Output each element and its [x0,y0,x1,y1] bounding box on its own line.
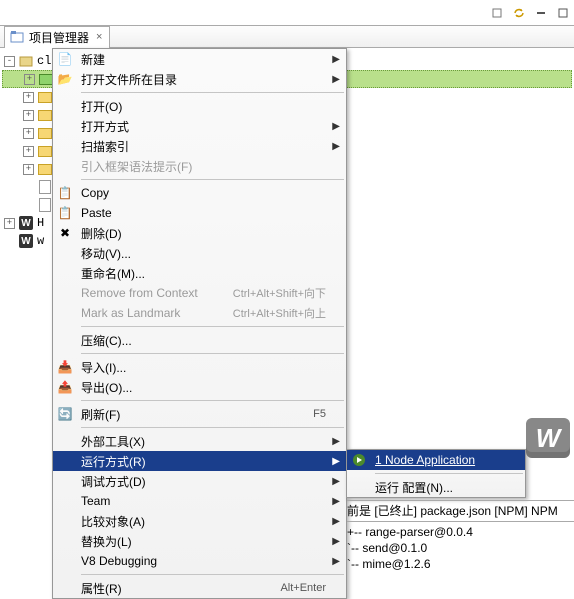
tree-label: H [37,216,44,230]
menu-item-copy[interactable]: 📋Copy [53,183,346,203]
pane-title-bar: 项目管理器 × [0,26,574,48]
menu-item-open-with[interactable]: 打开方式▶ [53,116,346,136]
submenu-arrow-icon: ▶ [332,556,340,567]
expand-icon[interactable]: + [23,92,34,103]
menu-item-properties[interactable]: 属性(R)Alt+Enter [53,578,346,598]
menu-item-run-as[interactable]: 运行方式(R)▶ [53,451,346,471]
expand-icon[interactable]: + [23,146,34,157]
submenu-arrow-icon: ▶ [332,536,340,547]
folder-icon [37,89,53,105]
expand-icon[interactable]: + [23,128,34,139]
tab-close-icon[interactable]: × [93,31,105,43]
menu-separator [81,326,344,327]
console-line: `-- mime@1.2.6 [347,556,574,572]
expand-icon[interactable]: + [4,218,15,229]
menu-item-export[interactable]: 📤导出(O)... [53,377,346,397]
paste-icon: 📋 [57,205,73,221]
submenu-arrow-icon: ▶ [332,476,340,487]
menu-item-mark-landmark: Mark as LandmarkCtrl+Alt+Shift+向上 [53,303,346,323]
folder-icon [37,125,53,141]
menu-item-debug-as[interactable]: 调试方式(D)▶ [53,471,346,491]
console-output: 前是 [已终止] package.json [NPM] NPM +-- rang… [347,500,574,572]
webstorm-icon: W [18,215,34,231]
console-line: +-- range-parser@0.0.4 [347,524,574,540]
menu-separator [81,353,344,354]
submenu-node-app-label: 1 Node Application [375,453,475,467]
copy-icon: 📋 [57,185,73,201]
new-icon: 📄 [57,51,73,67]
submenu-arrow-icon: ▶ [332,456,340,467]
submenu-arrow-icon: ▶ [332,516,340,527]
menu-item-import-syntax: 引入框架语法提示(F) [53,156,346,176]
toolbar-minimize-icon[interactable] [531,3,551,23]
menu-separator [375,473,523,474]
menu-item-paste[interactable]: 📋Paste [53,203,346,223]
menu-item-refresh[interactable]: 🔄刷新(F)F5 [53,404,346,424]
context-menu: 📄新建▶ 📂打开文件所在目录▶ 打开(O) 打开方式▶ 扫描索引▶ 引入框架语法… [52,48,347,599]
collapse-icon[interactable]: - [4,56,15,67]
submenu-arrow-icon: ▶ [332,121,340,132]
delete-icon: ✖ [57,225,73,241]
tree-label: w [37,234,44,248]
menu-item-remove-context: Remove from ContextCtrl+Alt+Shift+向下 [53,283,346,303]
project-icon [18,53,34,69]
menu-separator [81,427,344,428]
menu-item-replace-with[interactable]: 替换为(L)▶ [53,531,346,551]
folder-icon [37,161,53,177]
expand-icon[interactable]: + [23,164,34,175]
menu-item-v8-debugging[interactable]: V8 Debugging▶ [53,551,346,571]
run-as-submenu: 1 Node Application 运行 配置(N)... [346,449,526,498]
menu-item-scan-index[interactable]: 扫描索引▶ [53,136,346,156]
console-header: 前是 [已终止] package.json [NPM] NPM [347,503,574,519]
menu-item-move[interactable]: 移动(V)... [53,243,346,263]
toolbar-sync-icon[interactable] [509,3,529,23]
expand-icon[interactable]: + [23,110,34,121]
folder-icon [37,107,53,123]
menu-item-compare-with[interactable]: 比较对象(A)▶ [53,511,346,531]
submenu-item-node-application[interactable]: 1 Node Application [347,450,525,470]
webstorm-icon: W [18,233,34,249]
submenu-arrow-icon: ▶ [332,74,340,85]
menu-item-team[interactable]: Team▶ [53,491,346,511]
menu-item-delete[interactable]: ✖删除(D) [53,223,346,243]
menu-separator [81,574,344,575]
menu-separator [81,179,344,180]
top-toolbar [0,0,574,26]
menu-item-external-tools[interactable]: 外部工具(X)▶ [53,431,346,451]
menu-item-open-folder[interactable]: 📂打开文件所在目录▶ [53,69,346,89]
import-icon: 📥 [57,359,73,375]
refresh-icon: 🔄 [57,406,73,422]
export-icon: 📤 [57,379,73,395]
submenu-arrow-icon: ▶ [332,496,340,507]
webstorm-logo-icon: W [526,418,570,458]
submenu-item-run-config[interactable]: 运行 配置(N)... [347,477,525,497]
node-run-icon [351,452,367,468]
menu-item-open[interactable]: 打开(O) [53,96,346,116]
submenu-arrow-icon: ▶ [332,436,340,447]
pane-tab[interactable]: 项目管理器 × [4,26,110,48]
menu-separator [81,400,344,401]
submenu-arrow-icon: ▶ [332,141,340,152]
pane-title-label: 项目管理器 [29,29,89,46]
menu-item-rename[interactable]: 重命名(M)... [53,263,346,283]
js-file-icon [37,197,53,213]
menu-separator [81,92,344,93]
menu-item-import[interactable]: 📥导入(I)... [53,357,346,377]
toolbar-button[interactable] [487,3,507,23]
menu-item-new[interactable]: 📄新建▶ [53,49,346,69]
expand-icon[interactable]: + [24,74,35,85]
js-file-icon [37,179,53,195]
explorer-icon [9,29,25,45]
submenu-arrow-icon: ▶ [332,54,340,65]
toolbar-maximize-icon[interactable] [553,3,573,23]
menu-item-compress[interactable]: 压缩(C)... [53,330,346,350]
folder-icon [37,143,53,159]
folder-open-icon: 📂 [57,71,73,87]
console-line: `-- send@0.1.0 [347,540,574,556]
